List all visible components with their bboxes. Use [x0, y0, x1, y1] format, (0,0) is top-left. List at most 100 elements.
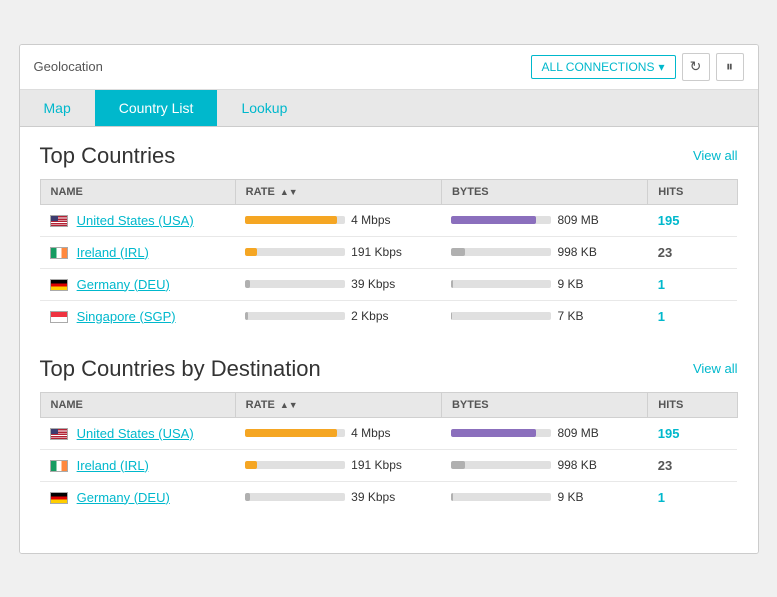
main-container: Geolocation ALL CONNECTIONS ▾ ↻ ⏸ Map Co… — [19, 44, 759, 554]
connections-label: ALL CONNECTIONS — [542, 60, 655, 74]
table-row: United States (USA) 4 Mbps — [40, 417, 737, 449]
bytes-cell: 7 KB — [441, 300, 647, 332]
bytes-bar-fill — [451, 312, 452, 320]
content-area: Top Countries View all NAME RATE ▲▼ BYTE… — [20, 127, 758, 553]
rate-bar-fill — [245, 312, 248, 320]
rate-cell: 4 Mbps — [235, 204, 441, 236]
country-link[interactable]: United States (USA) — [77, 426, 194, 441]
flag-usa — [50, 428, 68, 440]
bytes-value: 998 KB — [557, 458, 596, 472]
dest-sort-icon: ▲▼ — [280, 400, 298, 410]
bytes-bar-fill — [451, 429, 536, 437]
top-dest-header: Top Countries by Destination View all — [40, 356, 738, 382]
bytes-value: 7 KB — [557, 309, 583, 323]
chevron-down-icon: ▾ — [658, 60, 664, 74]
rate-bar-fill — [245, 493, 250, 501]
country-link[interactable]: Ireland (IRL) — [77, 245, 149, 260]
refresh-icon: ↻ — [690, 58, 702, 75]
col-header-bytes: BYTES — [441, 179, 647, 204]
flag-sgp — [50, 311, 68, 323]
hits-value: 1 — [658, 277, 665, 292]
hits-cell: 195 — [648, 417, 737, 449]
app-title: Geolocation — [34, 59, 103, 74]
hits-cell: 1 — [648, 481, 737, 513]
dest-col-header-rate[interactable]: RATE ▲▼ — [235, 392, 441, 417]
tabs-bar: Map Country List Lookup — [20, 90, 758, 127]
rate-bar-fill — [245, 216, 337, 224]
bytes-cell: 809 MB — [441, 204, 647, 236]
top-dest-title: Top Countries by Destination — [40, 356, 321, 382]
bytes-value: 9 KB — [557, 490, 583, 504]
table-row: Ireland (IRL) 191 Kbps 99 — [40, 449, 737, 481]
country-name-cell: United States (USA) — [40, 417, 235, 449]
country-name-cell: Ireland (IRL) — [40, 236, 235, 268]
top-dest-header-row: NAME RATE ▲▼ BYTES HITS — [40, 392, 737, 417]
pause-button[interactable]: ⏸ — [716, 53, 744, 81]
bytes-value: 998 KB — [557, 245, 596, 259]
rate-cell: 39 Kbps — [235, 268, 441, 300]
bytes-bar-bg — [451, 216, 551, 224]
hits-cell: 23 — [648, 236, 737, 268]
table-row: Ireland (IRL) 191 Kbps 99 — [40, 236, 737, 268]
table-row: United States (USA) 4 Mbps — [40, 204, 737, 236]
rate-cell: 4 Mbps — [235, 417, 441, 449]
top-countries-view-all[interactable]: View all — [693, 148, 738, 163]
bytes-value: 809 MB — [557, 213, 598, 227]
top-bar: Geolocation ALL CONNECTIONS ▾ ↻ ⏸ — [20, 45, 758, 90]
sort-icon: ▲▼ — [280, 187, 298, 197]
rate-cell: 2 Kbps — [235, 300, 441, 332]
country-link[interactable]: United States (USA) — [77, 213, 194, 228]
bytes-bar-fill — [451, 248, 465, 256]
hits-value: 1 — [658, 490, 665, 505]
rate-bar-bg — [245, 461, 345, 469]
bytes-cell: 9 KB — [441, 268, 647, 300]
bytes-bar-bg — [451, 461, 551, 469]
rate-bar-bg — [245, 280, 345, 288]
col-header-name: NAME — [40, 179, 235, 204]
bytes-bar-fill — [451, 216, 536, 224]
col-header-rate[interactable]: RATE ▲▼ — [235, 179, 441, 204]
tab-country-list[interactable]: Country List — [95, 90, 218, 126]
rate-value: 2 Kbps — [351, 309, 388, 323]
rate-cell: 39 Kbps — [235, 481, 441, 513]
bytes-cell: 998 KB — [441, 236, 647, 268]
hits-cell: 1 — [648, 268, 737, 300]
flag-irl — [50, 247, 68, 259]
top-dest-section: Top Countries by Destination View all NA… — [40, 356, 738, 513]
top-countries-header: Top Countries View all — [40, 143, 738, 169]
bytes-value: 809 MB — [557, 426, 598, 440]
refresh-button[interactable]: ↻ — [682, 53, 710, 81]
bytes-bar-fill — [451, 280, 453, 288]
flag-deu — [50, 492, 68, 504]
country-link[interactable]: Germany (DEU) — [77, 277, 170, 292]
hits-value: 1 — [658, 309, 665, 324]
rate-bar-bg — [245, 429, 345, 437]
top-countries-header-row: NAME RATE ▲▼ BYTES HITS — [40, 179, 737, 204]
rate-bar-fill — [245, 280, 250, 288]
table-row: Germany (DEU) 39 Kbps 9 K — [40, 481, 737, 513]
bytes-bar-fill — [451, 493, 453, 501]
table-row: Singapore (SGP) 2 Kbps 7 — [40, 300, 737, 332]
country-link[interactable]: Singapore (SGP) — [77, 309, 176, 324]
rate-value: 191 Kbps — [351, 458, 402, 472]
connections-button[interactable]: ALL CONNECTIONS ▾ — [531, 55, 676, 79]
rate-value: 39 Kbps — [351, 490, 395, 504]
country-name-cell: Germany (DEU) — [40, 481, 235, 513]
bytes-cell: 9 KB — [441, 481, 647, 513]
top-countries-title: Top Countries — [40, 143, 176, 169]
hits-value: 23 — [658, 458, 672, 473]
rate-value: 191 Kbps — [351, 245, 402, 259]
tab-map[interactable]: Map — [20, 90, 95, 126]
country-link[interactable]: Ireland (IRL) — [77, 458, 149, 473]
country-name-cell: Ireland (IRL) — [40, 449, 235, 481]
country-link[interactable]: Germany (DEU) — [77, 490, 170, 505]
country-name-cell: Singapore (SGP) — [40, 300, 235, 332]
hits-value: 23 — [658, 245, 672, 260]
dest-col-header-bytes: BYTES — [441, 392, 647, 417]
rate-bar-bg — [245, 493, 345, 501]
flag-deu — [50, 279, 68, 291]
tab-lookup[interactable]: Lookup — [217, 90, 311, 126]
top-dest-view-all[interactable]: View all — [693, 361, 738, 376]
rate-bar-bg — [245, 216, 345, 224]
hits-value: 195 — [658, 426, 680, 441]
